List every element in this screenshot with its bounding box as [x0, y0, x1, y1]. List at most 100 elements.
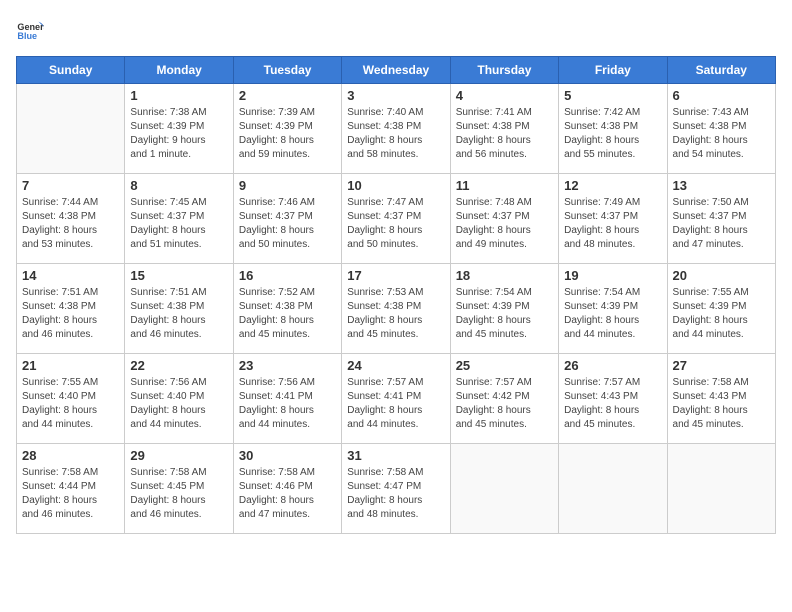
day-number: 19 — [564, 268, 661, 283]
calendar-cell: 25 Sunrise: 7:57 AM Sunset: 4:42 PM Dayli… — [450, 354, 558, 444]
logo-icon: General Blue — [16, 16, 44, 44]
day-info: Sunrise: 7:53 AM Sunset: 4:38 PM Dayligh… — [347, 286, 444, 342]
calendar-cell: 2 Sunrise: 7:39 AM Sunset: 4:39 PM Daylig… — [233, 84, 341, 174]
day-info: Sunrise: 7:55 AM Sunset: 4:39 PM Dayligh… — [673, 286, 770, 342]
day-number: 11 — [456, 178, 553, 193]
day-number: 9 — [239, 178, 336, 193]
calendar-cell: 16Sunrise: 7:52 AM Sunset: 4:38 PM Dayli… — [233, 264, 341, 354]
day-info: Sunrise: 7:51 AM Sunset: 4:38 PM Dayligh… — [22, 286, 119, 342]
day-of-week-header: Tuesday — [233, 57, 341, 84]
day-info: Sunrise: 7:56 AM Sunset: 4:41 PM Dayligh… — [239, 376, 336, 432]
day-number: 31 — [347, 448, 444, 463]
day-of-week-header: Thursday — [450, 57, 558, 84]
day-info: Sunrise: 7:42 AM Sunset: 4:38 PM Dayligh… — [564, 106, 661, 162]
day-info: Sunrise: 7:57 AM Sunset: 4:41 PM Dayligh… — [347, 376, 444, 432]
day-info: Sunrise: 7:47 AM Sunset: 4:37 PM Dayligh… — [347, 196, 444, 252]
calendar-cell — [559, 444, 667, 534]
day-info: Sunrise: 7:41 AM Sunset: 4:38 PM Dayligh… — [456, 106, 553, 162]
day-number: 26 — [564, 358, 661, 373]
calendar-cell: 8 Sunrise: 7:45 AM Sunset: 4:37 PM Daylig… — [125, 174, 233, 264]
calendar-cell: 31 Sunrise: 7:58 AM Sunset: 4:47 PM Dayli… — [342, 444, 450, 534]
calendar-cell: 3 Sunrise: 7:40 AM Sunset: 4:38 PM Daylig… — [342, 84, 450, 174]
calendar-cell: 7Sunrise: 7:44 AM Sunset: 4:38 PM Daylig… — [17, 174, 125, 264]
day-info: Sunrise: 7:38 AM Sunset: 4:39 PM Dayligh… — [130, 106, 227, 162]
day-info: Sunrise: 7:48 AM Sunset: 4:37 PM Dayligh… — [456, 196, 553, 252]
calendar-cell — [450, 444, 558, 534]
day-info: Sunrise: 7:58 AM Sunset: 4:46 PM Dayligh… — [239, 466, 336, 522]
day-number: 1 — [130, 88, 227, 103]
calendar-week-row: 28 Sunrise: 7:58 AM Sunset: 4:44 PM Dayli… — [17, 444, 776, 534]
calendar-cell: 17 Sunrise: 7:53 AM Sunset: 4:38 PM Dayli… — [342, 264, 450, 354]
calendar-cell: 20 Sunrise: 7:55 AM Sunset: 4:39 PM Dayli… — [667, 264, 775, 354]
day-of-week-header: Monday — [125, 57, 233, 84]
page-header: General Blue — [16, 16, 776, 44]
day-info: Sunrise: 7:57 AM Sunset: 4:43 PM Dayligh… — [564, 376, 661, 432]
calendar-cell — [17, 84, 125, 174]
day-info: Sunrise: 7:54 AM Sunset: 4:39 PM Dayligh… — [456, 286, 553, 342]
calendar-cell: 30Sunrise: 7:58 AM Sunset: 4:46 PM Dayli… — [233, 444, 341, 534]
calendar-cell: 26 Sunrise: 7:57 AM Sunset: 4:43 PM Dayli… — [559, 354, 667, 444]
day-of-week-header: Wednesday — [342, 57, 450, 84]
day-number: 3 — [347, 88, 444, 103]
day-number: 10 — [347, 178, 444, 193]
day-of-week-header: Sunday — [17, 57, 125, 84]
day-number: 20 — [673, 268, 770, 283]
calendar-cell: 22 Sunrise: 7:56 AM Sunset: 4:40 PM Dayli… — [125, 354, 233, 444]
calendar-week-row: 21 Sunrise: 7:55 AM Sunset: 4:40 PM Dayli… — [17, 354, 776, 444]
day-number: 4 — [456, 88, 553, 103]
calendar-cell: 21 Sunrise: 7:55 AM Sunset: 4:40 PM Dayli… — [17, 354, 125, 444]
calendar-week-row: 7Sunrise: 7:44 AM Sunset: 4:38 PM Daylig… — [17, 174, 776, 264]
day-number: 18 — [456, 268, 553, 283]
calendar-table: SundayMondayTuesdayWednesdayThursdayFrid… — [16, 56, 776, 534]
day-info: Sunrise: 7:46 AM Sunset: 4:37 PM Dayligh… — [239, 196, 336, 252]
day-number: 12 — [564, 178, 661, 193]
day-info: Sunrise: 7:51 AM Sunset: 4:38 PM Dayligh… — [130, 286, 227, 342]
day-number: 29 — [130, 448, 227, 463]
day-info: Sunrise: 7:57 AM Sunset: 4:42 PM Dayligh… — [456, 376, 553, 432]
calendar-cell: 28 Sunrise: 7:58 AM Sunset: 4:44 PM Dayli… — [17, 444, 125, 534]
day-number: 22 — [130, 358, 227, 373]
day-info: Sunrise: 7:50 AM Sunset: 4:37 PM Dayligh… — [673, 196, 770, 252]
day-info: Sunrise: 7:45 AM Sunset: 4:37 PM Dayligh… — [130, 196, 227, 252]
day-number: 28 — [22, 448, 119, 463]
calendar-cell: 29 Sunrise: 7:58 AM Sunset: 4:45 PM Dayli… — [125, 444, 233, 534]
calendar-cell: 27Sunrise: 7:58 AM Sunset: 4:43 PM Dayli… — [667, 354, 775, 444]
day-info: Sunrise: 7:49 AM Sunset: 4:37 PM Dayligh… — [564, 196, 661, 252]
day-info: Sunrise: 7:58 AM Sunset: 4:45 PM Dayligh… — [130, 466, 227, 522]
day-number: 21 — [22, 358, 119, 373]
day-info: Sunrise: 7:52 AM Sunset: 4:38 PM Dayligh… — [239, 286, 336, 342]
day-info: Sunrise: 7:55 AM Sunset: 4:40 PM Dayligh… — [22, 376, 119, 432]
calendar-cell: 12 Sunrise: 7:49 AM Sunset: 4:37 PM Dayli… — [559, 174, 667, 264]
calendar-cell: 18 Sunrise: 7:54 AM Sunset: 4:39 PM Dayli… — [450, 264, 558, 354]
calendar-cell: 19 Sunrise: 7:54 AM Sunset: 4:39 PM Dayli… — [559, 264, 667, 354]
day-number: 5 — [564, 88, 661, 103]
svg-text:Blue: Blue — [17, 31, 37, 41]
day-info: Sunrise: 7:58 AM Sunset: 4:44 PM Dayligh… — [22, 466, 119, 522]
day-number: 25 — [456, 358, 553, 373]
day-number: 2 — [239, 88, 336, 103]
calendar-week-row: 14 Sunrise: 7:51 AM Sunset: 4:38 PM Dayli… — [17, 264, 776, 354]
calendar-cell: 11 Sunrise: 7:48 AM Sunset: 4:37 PM Dayli… — [450, 174, 558, 264]
day-info: Sunrise: 7:58 AM Sunset: 4:47 PM Dayligh… — [347, 466, 444, 522]
calendar-cell: 13 Sunrise: 7:50 AM Sunset: 4:37 PM Dayli… — [667, 174, 775, 264]
calendar-cell: 14 Sunrise: 7:51 AM Sunset: 4:38 PM Dayli… — [17, 264, 125, 354]
day-info: Sunrise: 7:54 AM Sunset: 4:39 PM Dayligh… — [564, 286, 661, 342]
calendar-cell: 10 Sunrise: 7:47 AM Sunset: 4:37 PM Dayli… — [342, 174, 450, 264]
day-info: Sunrise: 7:40 AM Sunset: 4:38 PM Dayligh… — [347, 106, 444, 162]
day-of-week-header: Friday — [559, 57, 667, 84]
day-number: 24 — [347, 358, 444, 373]
calendar-cell: 15Sunrise: 7:51 AM Sunset: 4:38 PM Dayli… — [125, 264, 233, 354]
day-number: 8 — [130, 178, 227, 193]
calendar-header-row: SundayMondayTuesdayWednesdayThursdayFrid… — [17, 57, 776, 84]
calendar-cell: 1 Sunrise: 7:38 AM Sunset: 4:39 PM Daylig… — [125, 84, 233, 174]
day-number: 13 — [673, 178, 770, 193]
day-number: 17 — [347, 268, 444, 283]
day-info: Sunrise: 7:56 AM Sunset: 4:40 PM Dayligh… — [130, 376, 227, 432]
calendar-cell: 4 Sunrise: 7:41 AM Sunset: 4:38 PM Daylig… — [450, 84, 558, 174]
calendar-cell: 24 Sunrise: 7:57 AM Sunset: 4:41 PM Dayli… — [342, 354, 450, 444]
logo: General Blue — [16, 16, 48, 44]
day-info: Sunrise: 7:44 AM Sunset: 4:38 PM Dayligh… — [22, 196, 119, 252]
day-number: 14 — [22, 268, 119, 283]
calendar-cell: 5 Sunrise: 7:42 AM Sunset: 4:38 PM Daylig… — [559, 84, 667, 174]
day-info: Sunrise: 7:39 AM Sunset: 4:39 PM Dayligh… — [239, 106, 336, 162]
